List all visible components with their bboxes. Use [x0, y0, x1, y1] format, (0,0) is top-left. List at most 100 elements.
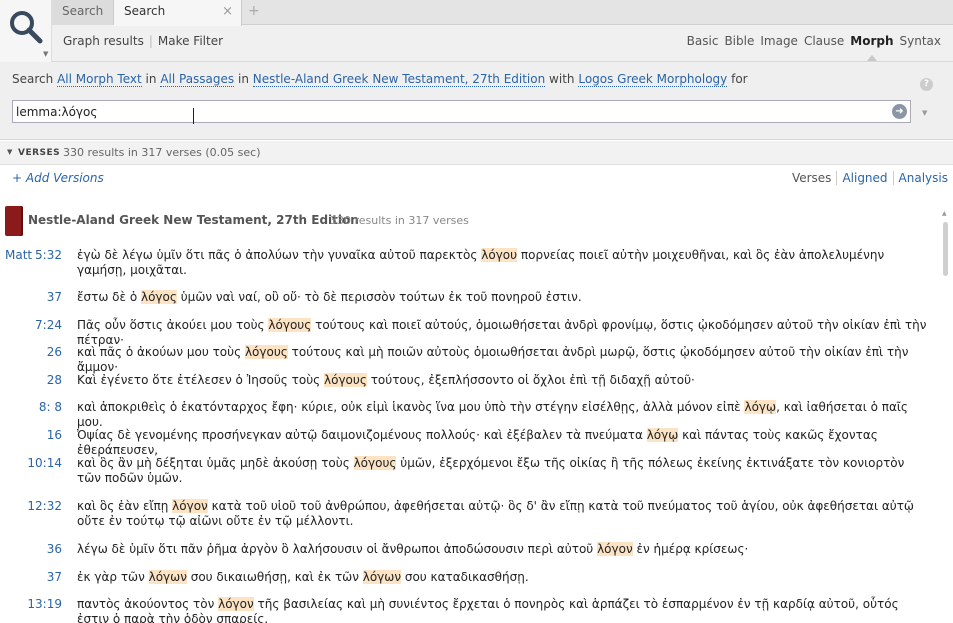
text-segment: ὑμῶν ναὶ ναί, οὒ οὔ· τὸ δὲ περισσὸν τούτ…: [176, 290, 582, 304]
search-hit[interactable]: λόγων: [362, 570, 402, 584]
mode-bible[interactable]: Bible: [724, 34, 754, 48]
book-title[interactable]: Nestle-Aland Greek New Testament, 27th E…: [28, 213, 359, 227]
scroll-up-icon[interactable]: ▲: [942, 210, 947, 217]
verse-reference[interactable]: 37: [0, 290, 62, 304]
tab-search-2[interactable]: Search ×: [114, 0, 242, 26]
add-versions-link[interactable]: + Add Versions: [12, 171, 104, 185]
magnifier-icon: [10, 11, 43, 44]
criteria-text: for: [731, 72, 748, 86]
verse-text: καὶ ὃς ἐὰν εἴπῃ λόγον κατὰ τοῦ υἱοῦ τοῦ …: [77, 499, 927, 529]
search-hit[interactable]: λόγους: [244, 345, 288, 359]
text-segment: ἐκ γὰρ τῶν: [77, 570, 149, 584]
criteria-text: with: [549, 72, 575, 86]
verse-text: ἔστω δὲ ὁ λόγος ὑμῶν ναὶ ναί, οὒ οὔ· τὸ …: [77, 290, 927, 305]
text-segment: τούτους, ἐξεπλήσσοντο οἱ ὄχλοι ἐπὶ τῇ δι…: [366, 373, 695, 387]
search-hit[interactable]: λόγου: [481, 248, 518, 262]
search-hit[interactable]: λόγους: [268, 318, 312, 332]
divider: |: [148, 34, 153, 48]
criteria-text: in: [238, 72, 249, 86]
view-verses[interactable]: Verses: [787, 171, 836, 185]
search-panel-menu[interactable]: ▼: [0, 0, 52, 62]
tab-label: Search: [62, 4, 104, 18]
search-panel: Search All Morph Text in All Passages in…: [0, 62, 953, 140]
verse-reference[interactable]: 37: [0, 570, 62, 584]
scrollbar[interactable]: ▲: [941, 210, 949, 623]
top-bar: ▼ Search Search × + Graph results | Make Fi…: [0, 0, 953, 62]
text-segment: Καὶ ἐγένετο ὅτε ἐτέλεσεν ὁ Ἰησοῦς τοὺς: [77, 373, 324, 387]
morph-text-dropdown[interactable]: All Morph Text: [57, 72, 142, 87]
make-filter-button[interactable]: Make Filter: [158, 34, 223, 48]
verse-reference[interactable]: 13:19: [0, 597, 62, 611]
mode-image[interactable]: Image: [760, 34, 798, 48]
book-result-count: 330 results in 317 verses: [330, 214, 469, 227]
verse-reference[interactable]: Matt 5:32: [0, 248, 62, 262]
verse-reference[interactable]: 10:14: [0, 456, 62, 470]
search-hit[interactable]: λόγους: [353, 456, 397, 470]
verse-number: 16: [46, 428, 62, 442]
verse-text: παντὸς ἀκούοντος τὸν λόγον τῆς βασιλείας…: [77, 597, 927, 623]
verse-reference[interactable]: 26: [0, 345, 62, 359]
text-segment: Ὀψίας δὲ γενομένης προσήνεγκαν αὐτῷ δαιμ…: [77, 428, 647, 442]
search-hit[interactable]: λόγον: [172, 499, 208, 513]
verse-text: καὶ ὃς ἂν μὴ δέξηται ὑμᾶς μηδὲ ἀκούσῃ το…: [77, 456, 927, 486]
view-aligned[interactable]: Aligned: [836, 171, 892, 185]
search-hit[interactable]: λόγον: [218, 597, 254, 611]
text-segment: καὶ πᾶς ὁ ἀκούων μου τοὺς: [77, 345, 245, 359]
text-segment: σου δικαιωθήσῃ, καὶ ἐκ τῶν: [186, 570, 363, 584]
collapse-icon[interactable]: ▼: [7, 148, 12, 156]
verse-number: 12:32: [27, 499, 62, 513]
verse-reference[interactable]: 7:24: [0, 318, 62, 332]
query-input[interactable]: [16, 103, 876, 120]
passages-dropdown[interactable]: All Passages: [160, 72, 235, 87]
verse-text: Πᾶς οὖν ὅστις ἀκούει μου τοὺς λόγους τού…: [77, 318, 927, 348]
text-segment: παντὸς ἀκούοντος τὸν: [77, 597, 219, 611]
tab-strip: Search Search × +: [52, 0, 953, 26]
mode-clause[interactable]: Clause: [804, 34, 844, 48]
verse-number: 7:24: [35, 318, 62, 332]
mode-basic[interactable]: Basic: [687, 34, 719, 48]
verse-reference[interactable]: 28: [0, 373, 62, 387]
search-modes: Basic Bible Image Clause Morph Syntax: [681, 34, 941, 61]
criteria-text: Search: [12, 72, 54, 86]
verse-text: λέγω δὲ ὑμῖν ὅτι πᾶν ῥῆμα ἀργὸν ὃ λαλήσο…: [77, 542, 927, 557]
verse-reference[interactable]: 12:32: [0, 499, 62, 513]
morphology-dropdown[interactable]: Logos Greek Morphology: [578, 72, 728, 87]
verses-section-header[interactable]: ▼ VERSES 330 results in 317 verses (0.05…: [0, 141, 953, 165]
tab-search-1[interactable]: Search: [52, 0, 114, 25]
graph-results-button[interactable]: Graph results: [63, 34, 144, 48]
book-abbr: Matt: [5, 248, 33, 262]
search-hit[interactable]: λόγῳ: [744, 400, 777, 414]
close-icon[interactable]: ×: [222, 0, 233, 23]
help-icon[interactable]: ?: [920, 78, 933, 91]
mode-morph[interactable]: Morph: [850, 34, 894, 61]
go-arrow-icon[interactable]: ➜: [892, 104, 907, 119]
verse-text: Ὀψίας δὲ γενομένης προσήνεγκαν αὐτῷ δαιμ…: [77, 428, 927, 458]
section-label: VERSES: [18, 148, 61, 158]
edition-dropdown[interactable]: Nestle-Aland Greek New Testament, 27th E…: [252, 72, 546, 87]
search-hit[interactable]: λόγον: [597, 542, 633, 556]
verse-reference[interactable]: 8: 8: [0, 400, 62, 414]
query-box: ➜: [12, 100, 911, 123]
verse-number: 5:32: [35, 248, 62, 262]
search-hit[interactable]: λόγων: [148, 570, 187, 584]
verse-text: Καὶ ἐγένετο ὅτε ἐτέλεσεν ὁ Ἰησοῦς τοὺς λ…: [77, 373, 927, 388]
add-tab-icon[interactable]: +: [248, 0, 260, 25]
verse-number: 36: [46, 542, 62, 556]
search-hit[interactable]: λόγῳ: [646, 428, 679, 442]
text-segment: ἐν ἡμέρᾳ κρίσεως·: [632, 542, 749, 556]
mode-syntax[interactable]: Syntax: [900, 34, 941, 48]
verse-number: 37: [46, 290, 62, 304]
view-analysis[interactable]: Analysis: [892, 171, 953, 185]
verse-reference[interactable]: 36: [0, 542, 62, 556]
search-hit[interactable]: λόγους: [324, 373, 367, 387]
text-segment: λέγω δὲ ὑμῖν ὅτι πᾶν ῥῆμα ἀργὸν ὃ λαλήσο…: [77, 542, 598, 556]
text-segment: καὶ ὃς ἂν μὴ δέξηται ὑμᾶς μηδὲ ἀκούσῃ το…: [77, 456, 354, 470]
search-hit[interactable]: λόγος: [140, 290, 177, 304]
scroll-thumb[interactable]: [943, 222, 948, 276]
text-segment: Πᾶς οὖν ὅστις ἀκούει μου τοὺς: [77, 318, 269, 332]
verse-number: 10:14: [27, 456, 62, 470]
verse-number: 37: [46, 570, 62, 584]
query-history-chevron-icon[interactable]: ▼: [922, 109, 927, 117]
verse-reference[interactable]: 16: [0, 428, 62, 442]
verse-text: ἐκ γὰρ τῶν λόγων σου δικαιωθήσῃ, καὶ ἐκ …: [77, 570, 927, 585]
